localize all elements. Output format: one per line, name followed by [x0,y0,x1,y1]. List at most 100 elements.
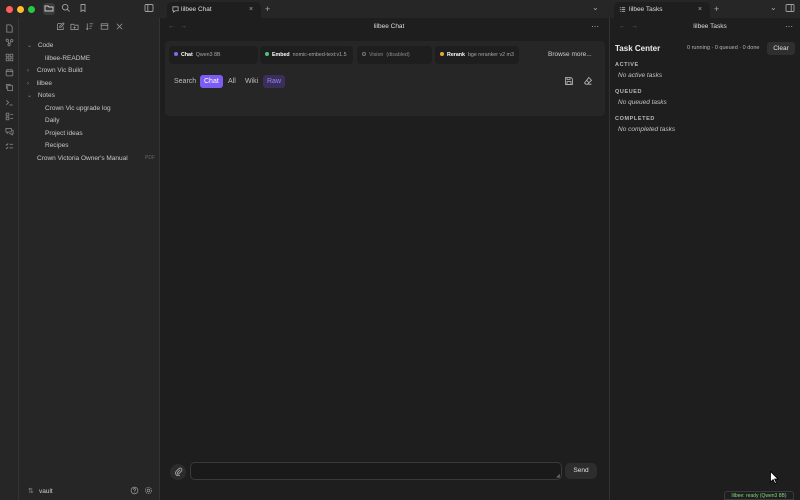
tree-item-label: Crown Vic Build [36,67,83,74]
tree-item-label: Code [37,42,54,49]
new-note-icon[interactable] [55,22,66,33]
bookmark-icon[interactable] [77,3,89,15]
status-dot-icon [174,51,178,56]
mode-tab-wiki[interactable]: Wiki [241,75,262,88]
task-center-title: Task Center [615,44,661,53]
collapse-all-icon[interactable] [114,22,125,33]
attach-file-button[interactable] [170,464,186,480]
forward-arrow-icon[interactable]: → [180,18,187,36]
tree-folder-code[interactable]: ⌄ Code [27,41,53,51]
sort-icon[interactable] [84,22,95,33]
tree-file-crown-vic-upgrade-log[interactable]: Crown Vic upgrade log [45,104,111,113]
tree-item-label: Recipes [45,142,69,149]
mode-tab-search[interactable]: Search [170,75,200,88]
close-tab-icon[interactable]: × [698,2,702,18]
more-options-icon[interactable]: ⋯ [591,18,599,36]
message-input[interactable] [190,462,562,480]
back-arrow-icon[interactable]: ← [168,18,175,36]
title-bar: lilbee Chat × + ⌄ lilbee Tasks × + ⌄ [0,0,800,18]
dashboard-icon[interactable] [4,112,15,123]
tab-list-dropdown-icon[interactable]: ⌄ [592,1,599,15]
queued-section-heading: QUEUED [615,89,643,95]
tree-item-label: Project ideas [45,130,83,137]
file-explorer-sidebar: ⌄ Code lilbee-README › Crown Vic Build ›… [19,18,160,500]
tab-label: lilbee Chat [181,6,212,13]
pill-key: Embed [272,52,290,58]
collapse-view-icon[interactable] [99,22,110,33]
send-button[interactable]: Send [565,463,597,479]
tab-label: lilbee Tasks [629,6,663,13]
back-arrow-icon[interactable]: ← [619,18,626,36]
toggle-sidebar-icon[interactable] [143,3,155,15]
browse-more-button[interactable]: Browse more... [548,46,592,64]
close-tab-icon[interactable]: × [249,2,253,18]
file-explorer-icon[interactable] [43,3,55,15]
close-window-button[interactable] [6,6,13,13]
chat-pane: ← → lilbee Chat ⋯ Chat Qwen3 8B Embed nomi… [161,18,608,500]
zoom-window-button[interactable] [28,6,35,13]
status-dot-icon [265,51,269,56]
more-options-icon[interactable]: ⋯ [785,18,793,36]
copy-icon[interactable] [4,83,15,94]
tree-folder-notes[interactable]: ⌄ Notes [27,91,55,101]
save-icon[interactable] [564,76,574,88]
chat-icon[interactable] [4,127,15,138]
chat-model-selector[interactable]: Chat Qwen3 8B [169,46,258,64]
pane-title: lilbee Tasks [693,23,727,30]
tree-item-label: lilbee [36,80,52,87]
pill-value: bge reranker v2 m3 [467,52,514,58]
status-dot-icon [440,51,444,56]
tree-file-crown-victoria-owners-manual[interactable]: Crown Victoria Owner's Manual PDF [37,154,155,163]
forward-arrow-icon[interactable]: → [631,18,638,36]
task-list-icon [619,6,626,15]
pane-title: lilbee Chat [373,23,405,30]
pill-key: Vision [369,52,384,58]
pill-value: Qwen3 8B [195,52,221,58]
tree-folder-crown-vic-build[interactable]: › Crown Vic Build [27,66,83,76]
terminal-icon[interactable] [4,98,15,109]
help-icon[interactable] [130,486,139,497]
open-file-icon[interactable] [4,24,15,35]
pill-key: Rerank [447,52,465,58]
mode-tab-all[interactable]: All [224,75,240,88]
mode-tab-raw[interactable]: Raw [263,75,286,88]
status-bar-item[interactable]: lilbee: ready (Qwen3 8B) [724,491,794,500]
chevron-down-icon: ⌄ [27,43,33,49]
tree-file-lilbee-readme[interactable]: lilbee-README [45,54,90,63]
clear-tasks-button[interactable]: Clear [767,42,795,55]
vault-name[interactable]: vault [39,487,53,496]
paperclip-icon [174,467,182,477]
new-tab-icon[interactable]: + [265,2,270,16]
tree-file-project-ideas[interactable]: Project ideas [45,129,83,138]
tab-lilbee-tasks[interactable]: lilbee Tasks × [614,2,710,18]
tree-folder-lilbee[interactable]: › lilbee [27,79,52,89]
resize-handle-icon[interactable]: ◢ [556,473,560,479]
tree-file-recipes[interactable]: Recipes [45,141,68,150]
calendar-icon[interactable] [4,68,15,79]
new-tab-icon[interactable]: + [714,2,719,16]
chevron-down-icon: ⌄ [27,93,33,99]
embed-model-selector[interactable]: Embed nomic-embed-text:v1.5 [260,46,353,64]
minimize-window-button[interactable] [17,6,24,13]
checklist-icon[interactable] [4,142,15,153]
new-folder-icon[interactable] [69,22,80,33]
tree-item-label: Crown Victoria Owner's Manual [37,155,128,162]
search-icon[interactable] [60,3,72,15]
completed-section-heading: COMPLETED [615,116,655,122]
vision-model-selector[interactable]: Vision (disabled) [357,46,432,64]
chat-bubble-icon [172,6,179,15]
canvas-icon[interactable] [4,53,15,64]
tree-file-daily[interactable]: Daily [45,116,59,125]
rerank-model-selector[interactable]: Rerank bge reranker v2 m3 [435,46,519,64]
settings-gear-icon[interactable] [144,486,153,497]
mode-tab-chat[interactable]: Chat [200,75,223,88]
graph-view-icon[interactable] [4,38,15,49]
chat-pane-header: ← → lilbee Chat ⋯ [161,18,608,36]
tab-lilbee-chat[interactable]: lilbee Chat × [167,2,261,18]
left-ribbon [0,18,19,500]
pill-value: (disabled) [386,52,410,58]
vault-switcher-icon[interactable]: ⇅ [28,487,34,495]
eraser-icon[interactable] [583,76,593,88]
tab-list-dropdown-icon[interactable]: ⌄ [770,1,777,15]
toggle-right-sidebar-icon[interactable] [784,3,796,15]
